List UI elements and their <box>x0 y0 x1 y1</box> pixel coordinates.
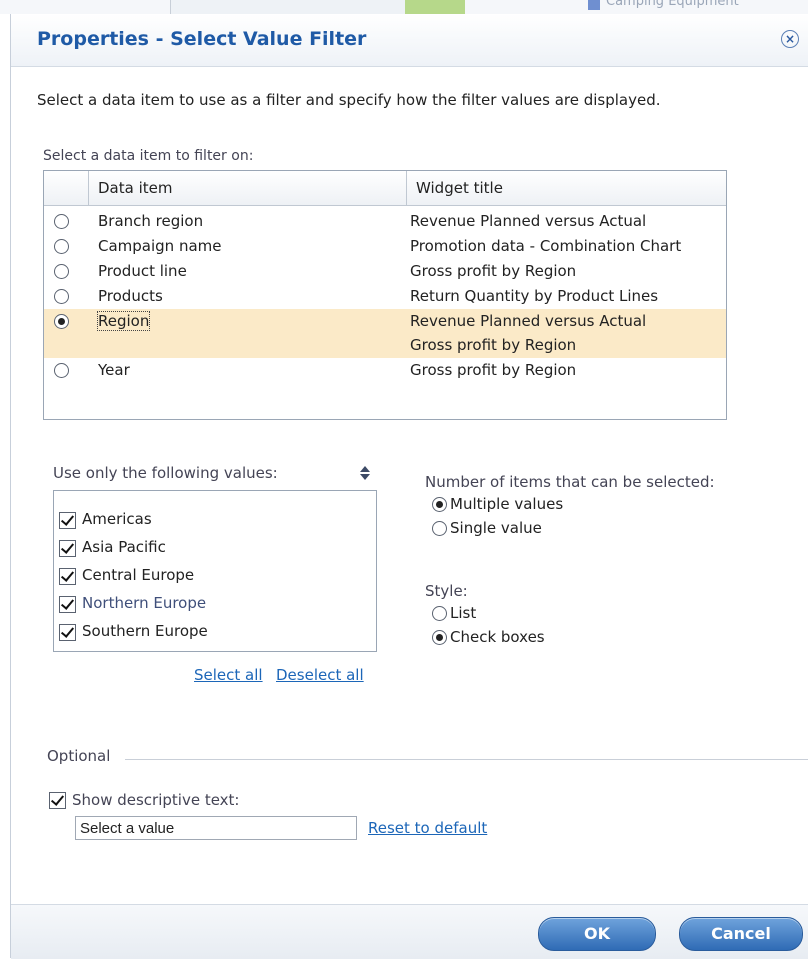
cancel-button[interactable]: Cancel <box>679 917 803 951</box>
check-boxes-label: Check boxes <box>450 628 545 646</box>
value-checkbox[interactable] <box>59 568 76 585</box>
list-item[interactable]: Asia Pacific <box>59 535 359 563</box>
section-divider <box>125 759 808 760</box>
data-item-cell: Year <box>98 361 130 379</box>
value-checkbox[interactable] <box>59 624 76 641</box>
value-checkbox[interactable] <box>59 540 76 557</box>
table-row[interactable]: Branch region Revenue Planned versus Act… <box>44 209 726 234</box>
widget-title-cell: Gross profit by Region <box>410 361 577 379</box>
row-radio[interactable] <box>54 214 69 229</box>
optional-section-label: Optional <box>47 747 111 765</box>
list-item[interactable]: Southern Europe <box>59 619 359 647</box>
selection-count-label: Number of items that can be selected: <box>425 473 715 491</box>
table-row[interactable]: Product line Gross profit by Region <box>44 259 726 284</box>
dialog-footer: OK Cancel <box>11 904 808 959</box>
background-bar <box>405 0 465 14</box>
dialog-title: Properties - Select Value Filter <box>37 28 367 50</box>
list-style-label: List <box>450 604 477 622</box>
value-label: Southern Europe <box>82 622 208 640</box>
select-all-link[interactable]: Select all <box>194 666 263 684</box>
values-label: Use only the following values: <box>53 464 278 482</box>
deselect-all-link[interactable]: Deselect all <box>276 666 364 684</box>
descriptive-text-input[interactable] <box>75 816 357 840</box>
multiple-values-label: Multiple values <box>450 495 564 513</box>
row-radio[interactable] <box>54 289 69 304</box>
table-row[interactable]: Year Gross profit by Region <box>44 358 726 383</box>
style-label: Style: <box>425 582 468 600</box>
check-icon <box>60 624 75 638</box>
column-header-widget-title[interactable]: Widget title <box>416 179 503 197</box>
sort-icon[interactable] <box>359 465 371 481</box>
ok-button[interactable]: OK <box>538 917 656 951</box>
table-row[interactable]: Products Return Quantity by Product Line… <box>44 284 726 309</box>
data-item-cell: Campaign name <box>98 237 222 255</box>
row-radio[interactable] <box>54 264 69 279</box>
radio-dot <box>436 501 443 508</box>
value-checkbox[interactable] <box>59 596 76 613</box>
reset-to-default-link[interactable]: Reset to default <box>368 819 487 837</box>
multiple-values-radio[interactable] <box>432 497 447 512</box>
select-value-filter-dialog: Properties - Select Value Filter × Selec… <box>10 14 808 959</box>
value-label: Northern Europe <box>82 594 207 612</box>
data-item-cell: Products <box>98 287 163 305</box>
row-radio-selected[interactable] <box>54 314 69 329</box>
check-icon <box>60 596 75 610</box>
value-label: Asia Pacific <box>82 538 166 556</box>
widget-title-cell: Gross profit by Region <box>410 336 577 354</box>
row-radio[interactable] <box>54 239 69 254</box>
value-label: Americas <box>82 510 152 528</box>
check-icon <box>60 568 75 582</box>
widget-title-cell: Revenue Planned versus Actual <box>410 312 647 330</box>
single-value-label: Single value <box>450 519 542 537</box>
show-descriptive-text-checkbox[interactable] <box>49 792 66 809</box>
data-item-cell: Region <box>96 311 151 331</box>
list-item[interactable]: Northern Europe <box>59 591 359 619</box>
value-checkbox[interactable] <box>59 512 76 529</box>
data-item-cell: Branch region <box>98 212 204 230</box>
column-divider <box>88 171 89 205</box>
close-icon[interactable]: × <box>781 30 799 48</box>
check-boxes-radio[interactable] <box>432 630 447 645</box>
radio-dot <box>58 318 65 325</box>
widget-title-cell: Gross profit by Region <box>410 262 577 280</box>
list-item[interactable]: Central Europe <box>59 563 359 591</box>
radio-dot <box>436 634 443 641</box>
background-panel <box>170 0 406 14</box>
background-dashboard-strip: Camping Equipment <box>0 0 808 14</box>
widget-title-cell: Return Quantity by Product Lines <box>410 287 659 305</box>
background-legend-swatch <box>588 0 600 10</box>
background-legend-text: Camping Equipment <box>606 0 739 9</box>
values-list: Americas Asia Pacific Central Europe Nor… <box>53 490 377 652</box>
check-icon <box>50 792 65 806</box>
list-style-radio[interactable] <box>432 606 447 621</box>
row-radio[interactable] <box>54 363 69 378</box>
column-divider <box>406 171 407 205</box>
table-row[interactable]: Campaign name Promotion data - Combinati… <box>44 234 726 259</box>
dialog-titlebar: Properties - Select Value Filter × <box>11 14 808 67</box>
widget-title-cell: Revenue Planned versus Actual <box>410 212 647 230</box>
table-label: Select a data item to filter on: <box>43 148 254 164</box>
data-item-cell: Product line <box>98 262 187 280</box>
data-item-table: Data item Widget title Branch region Rev… <box>43 170 727 420</box>
column-header-data-item[interactable]: Data item <box>98 179 172 197</box>
table-row-selected[interactable]: Region Revenue Planned versus Actual Gro… <box>44 309 726 358</box>
value-label: Central Europe <box>82 566 195 584</box>
check-icon <box>60 540 75 554</box>
widget-title-cell: Promotion data - Combination Chart <box>410 237 682 255</box>
single-value-radio[interactable] <box>432 521 447 536</box>
check-icon <box>60 512 75 526</box>
table-header: Data item Widget title <box>44 171 726 206</box>
list-item[interactable]: Americas <box>59 507 359 535</box>
dialog-intro-text: Select a data item to use as a filter an… <box>37 91 661 109</box>
show-descriptive-text-label: Show descriptive text: <box>72 791 240 809</box>
